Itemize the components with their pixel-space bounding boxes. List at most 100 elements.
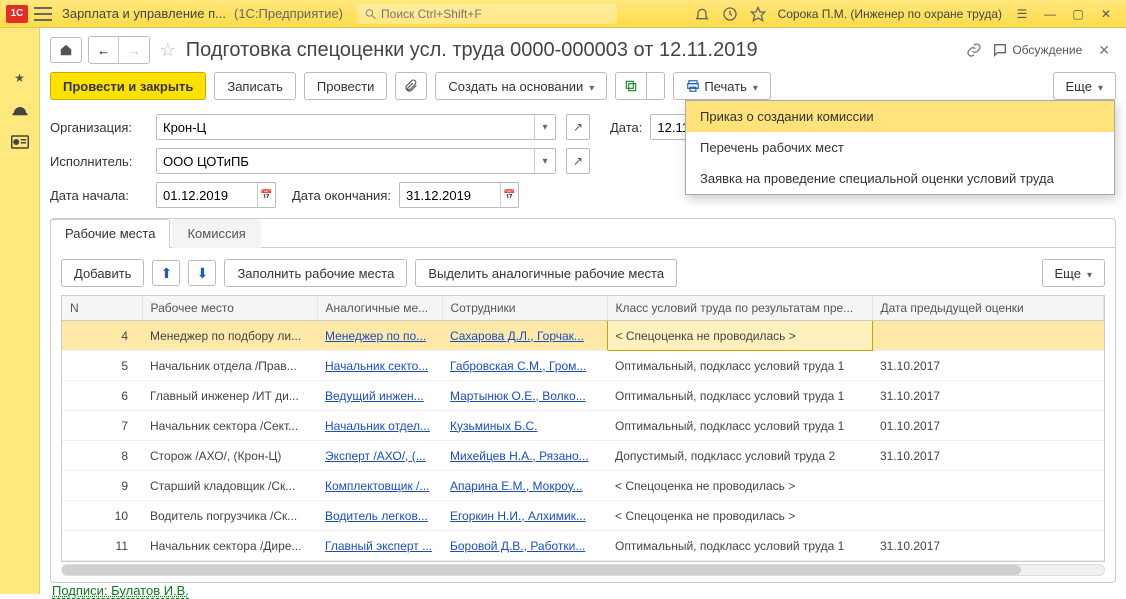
table-row[interactable]: 9Старший кладовщик /Ск...Комплектовщик /… bbox=[62, 471, 1104, 501]
end-date-field[interactable]: 📅 bbox=[399, 182, 519, 208]
attach-button[interactable] bbox=[395, 72, 427, 100]
close-doc-icon[interactable]: ✕ bbox=[1098, 42, 1110, 59]
employees-link[interactable]: Апарина Е.М., Мокроу... bbox=[450, 479, 583, 493]
similar-link[interactable]: Менеджер по по... bbox=[325, 329, 426, 343]
write-button[interactable]: Записать bbox=[214, 72, 296, 100]
similar-link[interactable]: Главный эксперт ... bbox=[325, 539, 432, 553]
signatures-link[interactable]: Подписи: Булатов И.В. bbox=[52, 583, 189, 599]
table-row[interactable]: 7Начальник сектора /Сект...Начальник отд… bbox=[62, 411, 1104, 441]
dropdown-icon[interactable]: ☰ bbox=[1010, 2, 1034, 26]
workplaces-grid[interactable]: N Рабочее место Аналогичные ме... Сотруд… bbox=[61, 295, 1105, 562]
employees-link[interactable]: Габровская С.М., Гром... bbox=[450, 359, 586, 373]
table-row[interactable]: 10Водитель погрузчика /Ск...Водитель лег… bbox=[62, 501, 1104, 531]
rail-menu-icon[interactable] bbox=[9, 36, 31, 56]
more-button[interactable]: Еще bbox=[1053, 72, 1116, 100]
employees-link[interactable]: Кузьминых Б.С. bbox=[450, 419, 538, 433]
similar-link[interactable]: Ведущий инжен... bbox=[325, 389, 424, 403]
user-name[interactable]: Сорока П.М. (Инженер по охране труда) bbox=[778, 7, 1002, 21]
cell-workplace: Сторож /АХО/, (Крон-Ц) bbox=[142, 441, 317, 471]
post-and-close-button[interactable]: Провести и закрыть bbox=[50, 72, 206, 100]
col-n[interactable]: N bbox=[62, 296, 142, 321]
create-based-button[interactable]: Создать на основании bbox=[435, 72, 607, 100]
print-menu-item-request[interactable]: Заявка на проведение специальной оценки … bbox=[686, 163, 1114, 194]
table-row[interactable]: 5Начальник отдела /Прав...Начальник сект… bbox=[62, 351, 1104, 381]
move-down-button[interactable]: ⬇ bbox=[188, 260, 216, 286]
organization-input[interactable] bbox=[157, 115, 534, 139]
copy-button[interactable] bbox=[615, 72, 647, 100]
select-similar-button[interactable]: Выделить аналогичные рабочие места bbox=[415, 259, 677, 287]
forward-button[interactable]: → bbox=[118, 37, 148, 63]
similar-link[interactable]: Начальник секто... bbox=[325, 359, 428, 373]
move-up-button[interactable]: ⬆ bbox=[152, 260, 180, 286]
horizontal-scrollbar[interactable] bbox=[61, 564, 1105, 576]
maximize-icon[interactable]: ▢ bbox=[1066, 2, 1090, 26]
back-button[interactable]: ← bbox=[89, 37, 118, 63]
table-row[interactable]: 8Сторож /АХО/, (Крон-Ц)Эксперт /АХО/, (.… bbox=[62, 441, 1104, 471]
start-calendar-icon[interactable]: 📅 bbox=[257, 183, 275, 207]
history-icon[interactable] bbox=[718, 2, 742, 26]
bell-icon[interactable] bbox=[690, 2, 714, 26]
close-window-icon[interactable]: ✕ bbox=[1094, 2, 1118, 26]
copy-caret[interactable] bbox=[647, 72, 665, 100]
rail-card-icon[interactable] bbox=[9, 132, 31, 152]
organization-field[interactable]: ▾ bbox=[156, 114, 556, 140]
employees-link[interactable]: Михейцев Н.А., Рязано... bbox=[450, 449, 589, 463]
menu-icon[interactable] bbox=[34, 7, 52, 21]
col-prev-date[interactable]: Дата предыдущей оценки bbox=[872, 296, 1104, 321]
favorite-star-icon[interactable]: ☆ bbox=[160, 40, 176, 61]
end-date-label: Дата окончания: bbox=[292, 188, 391, 203]
global-search[interactable] bbox=[357, 4, 617, 24]
org-open-icon[interactable]: ↗ bbox=[566, 114, 590, 140]
post-button[interactable]: Провести bbox=[304, 72, 388, 100]
employees-link[interactable]: Сахарова Д.Л., Горчак... bbox=[450, 329, 584, 343]
tab-more-button[interactable]: Еще bbox=[1042, 259, 1105, 287]
add-button[interactable]: Добавить bbox=[61, 259, 144, 287]
table-row[interactable]: 4Менеджер по подбору ли...Менеджер по по… bbox=[62, 321, 1104, 351]
cell-class: Допустимый, подкласс условий труда 2 bbox=[607, 441, 872, 471]
cell-class: < Спецоценка не проводилась > bbox=[607, 501, 872, 531]
end-date-input[interactable] bbox=[400, 183, 500, 207]
home-button[interactable] bbox=[50, 37, 82, 63]
col-class[interactable]: Класс условий труда по результатам пре..… bbox=[607, 296, 872, 321]
cell-workplace: Начальник сектора /Сект... bbox=[142, 411, 317, 441]
cell-employees: Мартынюк О.Е., Волко... bbox=[442, 381, 607, 411]
employees-link[interactable]: Боровой Д.В., Работки... bbox=[450, 539, 585, 553]
tabs-container: Рабочие места Комиссия Добавить ⬆ ⬇ Запо… bbox=[50, 218, 1116, 583]
employees-link[interactable]: Мартынюк О.Е., Волко... bbox=[450, 389, 586, 403]
rail-hardhat-icon[interactable] bbox=[9, 100, 31, 120]
app-subtitle: (1С:Предприятие) bbox=[234, 6, 343, 21]
cell-prev-date: 01.10.2017 bbox=[872, 411, 1104, 441]
col-workplace[interactable]: Рабочее место bbox=[142, 296, 317, 321]
executor-input[interactable] bbox=[157, 149, 534, 173]
org-dropdown-icon[interactable]: ▾ bbox=[534, 115, 555, 139]
fill-workplaces-button[interactable]: Заполнить рабочие места bbox=[224, 259, 407, 287]
executor-dropdown-icon[interactable]: ▾ bbox=[534, 149, 555, 173]
tab-commission[interactable]: Комиссия bbox=[172, 219, 260, 248]
similar-link[interactable]: Эксперт /АХО/, (... bbox=[325, 449, 426, 463]
table-row[interactable]: 6Главный инженер /ИТ ди...Ведущий инжен.… bbox=[62, 381, 1104, 411]
executor-open-icon[interactable]: ↗ bbox=[566, 148, 590, 174]
end-calendar-icon[interactable]: 📅 bbox=[500, 183, 518, 207]
print-menu-item-list[interactable]: Перечень рабочих мест bbox=[686, 132, 1114, 163]
search-input[interactable] bbox=[381, 7, 610, 21]
table-row[interactable]: 11Начальник сектора /Дире...Главный эксп… bbox=[62, 531, 1104, 561]
rail-star-icon[interactable]: ★ bbox=[9, 68, 31, 88]
print-menu-item-order[interactable]: Приказ о создании комиссии bbox=[686, 101, 1114, 132]
discuss-link[interactable]: Обсуждение bbox=[992, 42, 1082, 58]
nav-back-forward: ← → bbox=[88, 36, 150, 64]
start-date-field[interactable]: 📅 bbox=[156, 182, 276, 208]
col-employees[interactable]: Сотрудники bbox=[442, 296, 607, 321]
executor-field[interactable]: ▾ bbox=[156, 148, 556, 174]
link-icon[interactable] bbox=[966, 42, 982, 58]
col-similar[interactable]: Аналогичные ме... bbox=[317, 296, 442, 321]
employees-link[interactable]: Егоркин Н.И., Алхимик... bbox=[450, 509, 586, 523]
star-icon[interactable] bbox=[746, 2, 770, 26]
similar-link[interactable]: Комплектовщик /... bbox=[325, 479, 429, 493]
start-date-input[interactable] bbox=[157, 183, 257, 207]
print-menu: Приказ о создании комиссии Перечень рабо… bbox=[685, 100, 1115, 195]
similar-link[interactable]: Начальник отдел... bbox=[325, 419, 430, 433]
similar-link[interactable]: Водитель легков... bbox=[325, 509, 428, 523]
print-button[interactable]: Печать bbox=[673, 72, 771, 100]
minimize-icon[interactable]: ― bbox=[1038, 2, 1062, 26]
tab-workplaces[interactable]: Рабочие места bbox=[50, 219, 170, 248]
